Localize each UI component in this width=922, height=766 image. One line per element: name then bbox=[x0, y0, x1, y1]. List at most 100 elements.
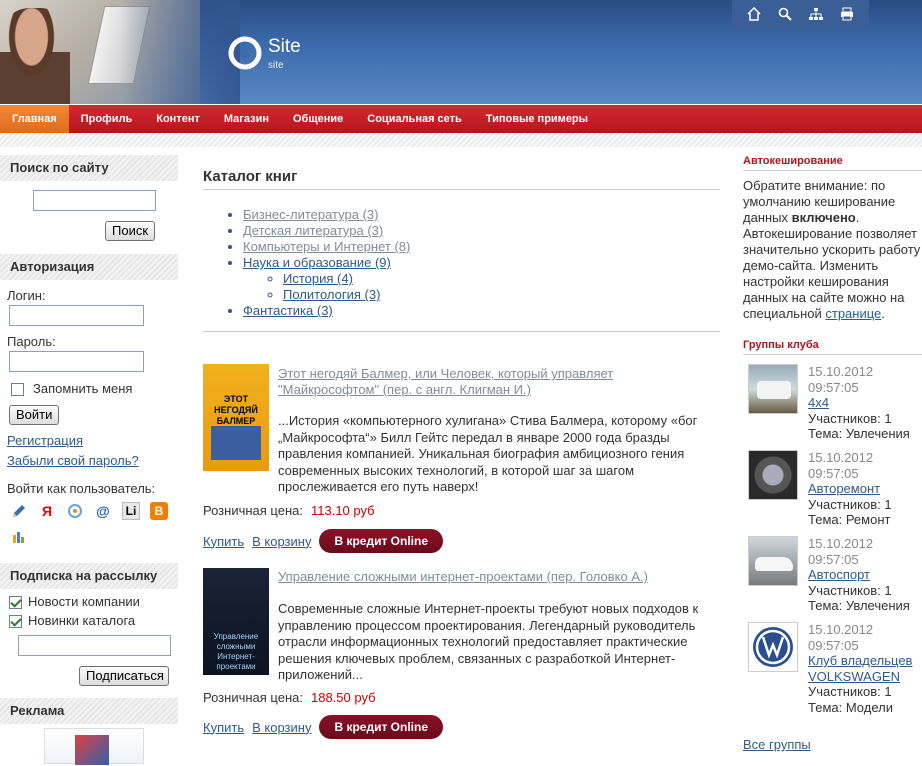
group-item: 15.10.2012 09:57:05 Клуб владельцев VOLK… bbox=[743, 613, 922, 715]
group-time: 09:57:05 bbox=[808, 551, 859, 567]
subcategory-link[interactable]: Политология (3) bbox=[283, 287, 380, 302]
pencil-icon[interactable] bbox=[10, 502, 28, 520]
buy-row: Купить В корзину В кредит Online bbox=[203, 529, 444, 553]
password-input[interactable] bbox=[9, 351, 144, 372]
category-link[interactable]: Фантастика (3) bbox=[243, 303, 333, 318]
password-label: Пароль: bbox=[7, 334, 56, 349]
site-search-input[interactable] bbox=[33, 190, 156, 211]
page-title: Каталог книг bbox=[203, 155, 720, 190]
group-thumbnail[interactable] bbox=[748, 450, 798, 500]
nav-shadow bbox=[0, 133, 922, 147]
login-input[interactable] bbox=[9, 305, 144, 326]
group-time: 09:57:05 bbox=[808, 465, 859, 481]
livejournal-icon[interactable]: Li bbox=[122, 502, 140, 520]
category-link[interactable]: Компьютеры и Интернет (8) bbox=[243, 239, 410, 254]
site-subtitle: site bbox=[268, 60, 284, 71]
nav-item-shop[interactable]: Магазин bbox=[212, 105, 281, 133]
login-submit-button[interactable]: Войти bbox=[9, 405, 59, 425]
group-topic: Тема: Увлечения bbox=[808, 426, 910, 441]
all-groups-link[interactable]: Все группы bbox=[743, 737, 811, 752]
auth-block-title: Авторизация bbox=[0, 254, 178, 280]
groups-title: Группы клуба bbox=[743, 339, 922, 355]
group-meta: 15.10.2012 09:57:05 Клуб владельцев VOLK… bbox=[808, 622, 918, 715]
category-item: Детская литература (3) bbox=[243, 223, 720, 239]
yandex-icon[interactable]: Я bbox=[38, 502, 56, 520]
cache-settings-link[interactable]: странице bbox=[825, 306, 881, 321]
group-members: Участников: 1 bbox=[808, 684, 892, 699]
login-as-label: Войти как пользователь: bbox=[7, 481, 156, 496]
price-row: Розничная цена: 113.10 руб bbox=[203, 503, 375, 518]
nav-item-main[interactable]: Главная bbox=[0, 105, 69, 133]
add-to-cart-link[interactable]: В корзину bbox=[252, 534, 311, 549]
site-logo-icon[interactable] bbox=[226, 34, 264, 72]
group-meta: 15.10.2012 09:57:05 4x4 Участников: 1 Те… bbox=[808, 364, 910, 442]
book-cover-image[interactable]: Управление сложными Интернет-проектами bbox=[203, 568, 269, 675]
subscribe-news-label: Новости компании bbox=[28, 594, 140, 609]
category-link[interactable]: Наука и образование (9) bbox=[243, 255, 391, 270]
ads-block bbox=[0, 724, 178, 765]
subscribe-email-input[interactable] bbox=[18, 635, 171, 656]
header-fade bbox=[120, 0, 240, 104]
buy-link[interactable]: Купить bbox=[203, 534, 244, 549]
group-time: 09:57:05 bbox=[808, 637, 859, 653]
group-date: 15.10.2012 bbox=[808, 622, 874, 637]
add-to-cart-link[interactable]: В корзину bbox=[252, 720, 311, 735]
remember-checkbox[interactable] bbox=[11, 383, 24, 396]
price-label: Розничная цена: bbox=[203, 690, 303, 705]
left-sidebar: Поиск по сайту Поиск Авторизация Логин: … bbox=[0, 155, 178, 765]
sitemap-icon[interactable] bbox=[807, 5, 825, 23]
ad-banner-image[interactable] bbox=[44, 728, 144, 765]
book-title-link[interactable]: Этот негодяй Балмер, или Человек, которы… bbox=[278, 366, 613, 398]
subcategory-link[interactable]: История (4) bbox=[283, 271, 353, 286]
credit-online-button[interactable]: В кредит Online bbox=[319, 715, 444, 739]
social-login-row: Я @ Li B bbox=[1, 502, 168, 520]
group-thumbnail[interactable] bbox=[748, 536, 798, 586]
blogger-icon[interactable]: B bbox=[150, 502, 168, 520]
nav-item-examples[interactable]: Типовые примеры bbox=[474, 105, 600, 133]
print-icon[interactable] bbox=[838, 5, 856, 23]
mail-at-icon[interactable]: @ bbox=[94, 502, 112, 520]
login-label: Логин: bbox=[7, 288, 46, 303]
liveinternet-icon[interactable] bbox=[10, 528, 28, 546]
book-cover-text: ЭТОТ НЕГОДЯЙ БАЛМЕР bbox=[214, 394, 258, 426]
subscribe-catalog-checkbox[interactable] bbox=[9, 615, 22, 628]
nav-item-profile[interactable]: Профиль bbox=[69, 105, 144, 133]
subcategory-item: Политология (3) bbox=[283, 287, 720, 303]
book-cover-image[interactable]: ЭТОТ НЕГОДЯЙ БАЛМЕР bbox=[203, 364, 269, 471]
group-link[interactable]: 4x4 bbox=[808, 395, 829, 410]
nav-item-communication[interactable]: Общение bbox=[281, 105, 355, 133]
ads-block-title: Реклама bbox=[0, 698, 178, 724]
remember-label: Запомнить меня bbox=[33, 381, 133, 396]
subscribe-news-checkbox[interactable] bbox=[9, 596, 22, 609]
buy-link[interactable]: Купить bbox=[203, 720, 244, 735]
subscribe-button[interactable]: Подписаться bbox=[79, 666, 169, 686]
group-date: 15.10.2012 bbox=[808, 364, 874, 379]
group-link[interactable]: Автоспорт bbox=[808, 567, 870, 582]
group-topic: Тема: Ремонт bbox=[808, 512, 891, 527]
forgot-password-link[interactable]: Забыли свой пароль? bbox=[7, 453, 139, 468]
group-date: 15.10.2012 bbox=[808, 536, 874, 551]
register-link[interactable]: Регистрация bbox=[7, 433, 83, 448]
search-icon[interactable] bbox=[776, 5, 794, 23]
site-title[interactable]: Site bbox=[268, 36, 301, 58]
category-link[interactable]: Бизнес-литература (3) bbox=[243, 207, 378, 222]
nav-item-social-network[interactable]: Социальная сеть bbox=[355, 105, 474, 133]
group-link[interactable]: Клуб владельцев VOLKSWAGEN bbox=[808, 653, 918, 684]
book-title-link[interactable]: Управление сложными интернет-проектами (… bbox=[278, 569, 648, 585]
group-thumbnail[interactable] bbox=[748, 364, 798, 414]
subcategory-list: История (4) Политология (3) bbox=[243, 271, 720, 303]
price-value: 113.10 руб bbox=[310, 503, 375, 518]
category-link[interactable]: Детская литература (3) bbox=[243, 223, 383, 238]
group-members: Участников: 1 bbox=[808, 496, 892, 512]
nav-item-content[interactable]: Контент bbox=[144, 105, 212, 133]
search-button[interactable]: Поиск bbox=[105, 221, 155, 241]
group-link[interactable]: Авторемонт bbox=[808, 481, 880, 496]
group-thumbnail[interactable] bbox=[748, 622, 798, 672]
price-value: 188.50 руб bbox=[310, 690, 376, 705]
book-item: ЭТОТ НЕГОДЯЙ БАЛМЕР Этот негодяй Балмер,… bbox=[203, 360, 720, 560]
home-icon[interactable] bbox=[745, 5, 763, 23]
category-item: Компьютеры и Интернет (8) bbox=[243, 239, 720, 255]
openid-icon[interactable] bbox=[66, 502, 84, 520]
credit-online-button[interactable]: В кредит Online bbox=[319, 529, 444, 553]
category-item: Наука и образование (9) История (4) Поли… bbox=[243, 255, 720, 303]
